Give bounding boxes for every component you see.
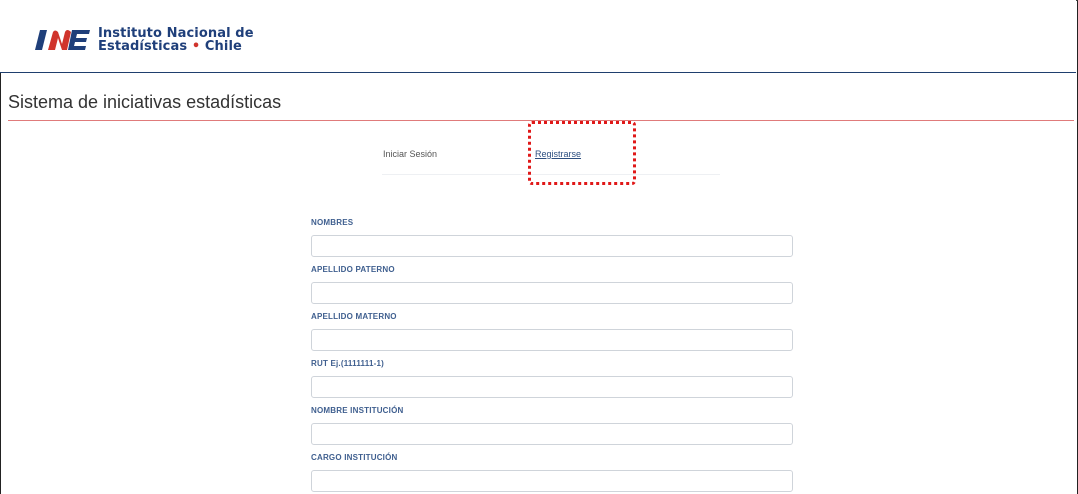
ine-logo[interactable]: Instituto Nacional de Estadísticas • Chi… [34, 26, 254, 54]
nombre-institucion-label: NOMBRE INSTITUCIÓN [311, 406, 404, 415]
ine-logo-mark-icon [35, 30, 90, 50]
cargo-institucion-label: CARGO INSTITUCIÓN [311, 453, 398, 462]
nombres-field-group: NOMBRES [311, 218, 793, 257]
apellido-materno-field-group: APELLIDO MATERNO [311, 312, 793, 351]
apellido-materno-label: APELLIDO MATERNO [311, 312, 397, 321]
logo-line-2: Estadísticas • Chile [98, 40, 254, 53]
logo-line-2-b: Chile [204, 39, 242, 54]
tab-iniciar-sesion[interactable]: Iniciar Sesión [383, 149, 437, 159]
nombres-input[interactable] [311, 235, 793, 257]
cargo-institucion-input[interactable] [311, 470, 793, 492]
rut-input[interactable] [311, 376, 793, 398]
apellido-paterno-label: APELLIDO PATERNO [311, 265, 395, 274]
site-header: Instituto Nacional de Estadísticas • Chi… [0, 0, 1076, 73]
logo-line-2-a: Estadísticas [98, 39, 188, 54]
rut-field-group: RUT Ej.(1111111-1) [311, 359, 793, 398]
apellido-paterno-field-group: APELLIDO PATERNO [311, 265, 793, 304]
apellido-materno-input[interactable] [311, 329, 793, 351]
nombres-label: NOMBRES [311, 218, 354, 227]
nombre-institucion-field-group: NOMBRE INSTITUCIÓN [311, 406, 793, 445]
ine-logo-text: Instituto Nacional de Estadísticas • Chi… [98, 27, 254, 53]
page-title: Sistema de iniciativas estadísticas [8, 92, 282, 112]
logo-separator: • [191, 39, 201, 54]
rut-label: RUT Ej.(1111111-1) [311, 359, 384, 368]
nombre-institucion-input[interactable] [311, 423, 793, 445]
apellido-paterno-input[interactable] [311, 282, 793, 304]
cargo-institucion-field-group: CARGO INSTITUCIÓN [311, 453, 793, 492]
highlight-annotation [528, 121, 636, 185]
